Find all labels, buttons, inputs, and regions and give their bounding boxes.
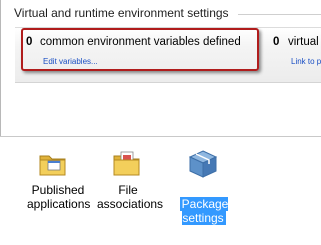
virtual-label: virtual xyxy=(288,36,319,48)
published-applications-label: Published applications xyxy=(27,183,91,211)
package-settings-text: Package settings xyxy=(179,197,229,225)
window-border xyxy=(0,0,1,136)
link-to-package-link[interactable]: Link to p xyxy=(291,57,321,66)
folder-file-icon xyxy=(111,148,143,180)
package-box-icon xyxy=(187,148,219,180)
callout-highlight-box xyxy=(21,28,259,71)
folder-apps-icon xyxy=(37,148,69,180)
virtual-count: 0 xyxy=(273,36,280,48)
group-separator xyxy=(238,14,321,15)
file-associations-label: File associations xyxy=(97,183,164,211)
group-title: Virtual and runtime environment settings xyxy=(14,6,229,20)
package-settings-label: Package settings xyxy=(179,183,229,225)
